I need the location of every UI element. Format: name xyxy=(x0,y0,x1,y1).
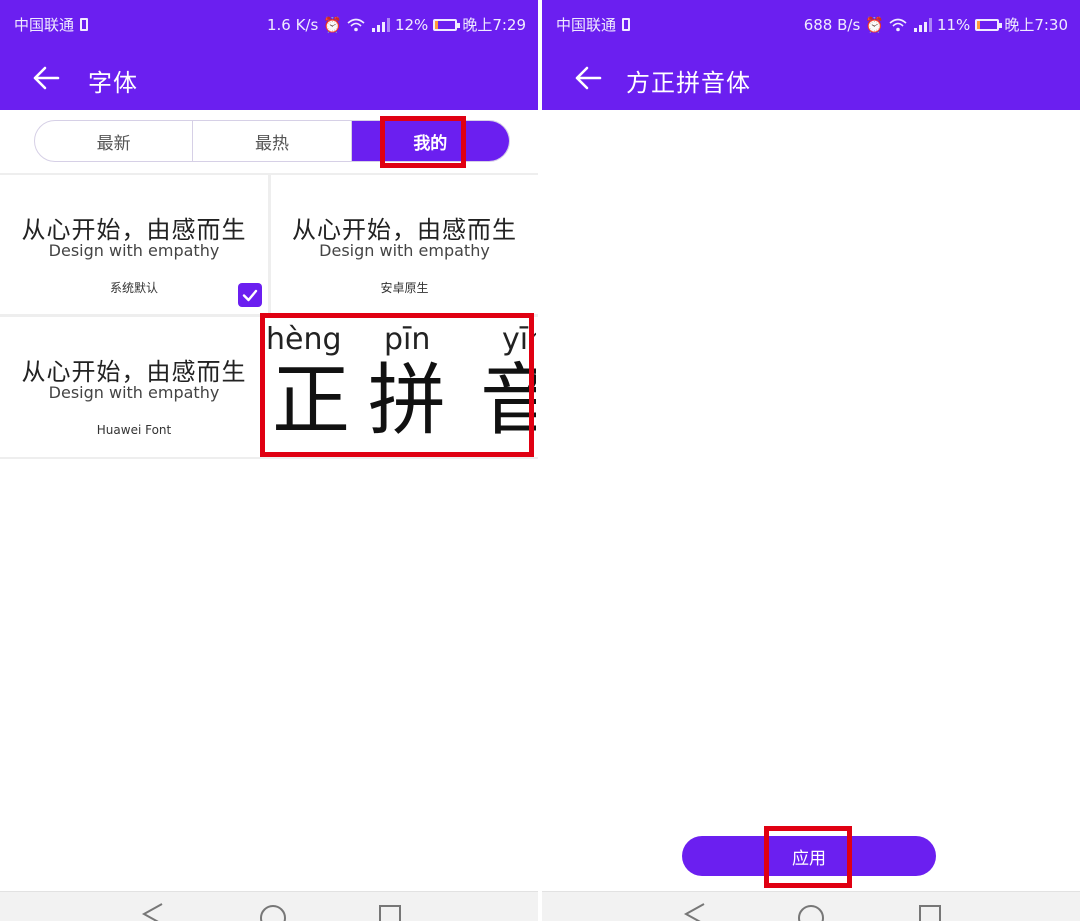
check-icon xyxy=(238,283,262,307)
app-bar: 方正拼音体 xyxy=(542,48,1080,110)
font-name: 系统默认 xyxy=(109,281,158,295)
app-bar: 字体 xyxy=(0,48,538,110)
carrier-label: 中国联通 xyxy=(556,16,617,34)
font-card-huawei[interactable]: 从心开始，由感而生 Design with empathy Huawei Fon… xyxy=(0,317,268,457)
wifi-icon xyxy=(889,18,907,31)
alarm-icon: ⏰ xyxy=(323,15,342,34)
font-sample-english: Design with empathy xyxy=(319,241,490,260)
hanzi-glyph: 正 xyxy=(272,356,351,446)
alarm-icon: ⏰ xyxy=(865,15,884,34)
nav-back-icon[interactable] xyxy=(682,902,706,921)
tab-mine[interactable]: 我的 xyxy=(350,121,509,161)
network-speed: 1.6 K/s xyxy=(266,15,319,34)
status-bar: 中国联通 1.6 K/s ⏰ 12% 晚上7:29 xyxy=(0,0,538,48)
sim-icon xyxy=(622,18,631,31)
nav-back-icon[interactable] xyxy=(140,902,164,921)
pinyin-label: hèng xyxy=(266,322,342,357)
hanzi-glyph: 拼 xyxy=(368,356,447,446)
nav-home-icon[interactable] xyxy=(796,902,826,921)
font-sample-chinese: 从心开始，由感而生 xyxy=(292,216,517,244)
back-arrow-icon[interactable] xyxy=(28,60,64,96)
font-name: 安卓原生 xyxy=(380,281,429,295)
battery-icon xyxy=(975,18,1003,31)
status-bar: 中国联通 688 B/s ⏰ 11% 晚上7:30 xyxy=(542,0,1080,48)
tab-popular[interactable]: 最热 xyxy=(192,121,350,161)
grid-divider xyxy=(0,457,538,459)
font-sample-chinese: 从心开始，由感而生 xyxy=(21,358,247,386)
hanzi-glyph: 音 xyxy=(480,356,536,446)
network-speed: 688 B/s xyxy=(803,15,861,34)
font-card-fangzheng-pinyin[interactable]: hèng pīn yīn 正 拼 音 xyxy=(266,318,536,456)
clock: 晚上7:30 xyxy=(1004,16,1068,34)
pinyin-label: pīn xyxy=(384,322,431,357)
battery-percent: 12% xyxy=(394,15,429,34)
left-screen: 中国联通 1.6 K/s ⏰ 12% 晚上7:29 字体 最新 最热 我的 从心… xyxy=(0,0,538,921)
font-category-tabs: 最新 最热 我的 xyxy=(34,120,510,162)
battery-percent: 11% xyxy=(936,15,971,34)
back-arrow-icon[interactable] xyxy=(570,60,606,96)
nav-recent-icon[interactable] xyxy=(918,902,942,921)
font-sample-chinese: 从心开始，由感而生 xyxy=(21,216,247,244)
signal-icon xyxy=(913,17,932,32)
tab-newest[interactable]: 最新 xyxy=(35,121,192,161)
right-screen: 中国联通 688 B/s ⏰ 11% 晚上7:30 方正拼音体 应用 xyxy=(542,0,1080,921)
pinyin-label: yīn xyxy=(502,322,536,357)
sim-icon xyxy=(80,18,89,31)
nav-recent-icon[interactable] xyxy=(378,902,402,921)
page-title: 字体 xyxy=(88,69,138,97)
page-title: 方正拼音体 xyxy=(626,69,751,97)
font-card-system-default[interactable]: 从心开始，由感而生 Design with empathy 系统默认 xyxy=(0,175,268,314)
system-nav-bar xyxy=(542,891,1080,921)
font-name: Huawei Font xyxy=(96,423,172,437)
font-sample-english: Design with empathy xyxy=(48,241,220,260)
battery-icon xyxy=(433,18,461,31)
font-card-android-native[interactable]: 从心开始，由感而生 Design with empathy 安卓原生 xyxy=(271,175,538,314)
carrier-label: 中国联通 xyxy=(14,16,75,34)
system-nav-bar xyxy=(0,891,538,921)
clock: 晚上7:29 xyxy=(462,16,526,34)
apply-button[interactable]: 应用 xyxy=(682,836,936,876)
wifi-icon xyxy=(347,18,365,31)
signal-icon xyxy=(371,17,390,32)
nav-home-icon[interactable] xyxy=(258,902,288,921)
font-sample-english: Design with empathy xyxy=(48,383,220,402)
